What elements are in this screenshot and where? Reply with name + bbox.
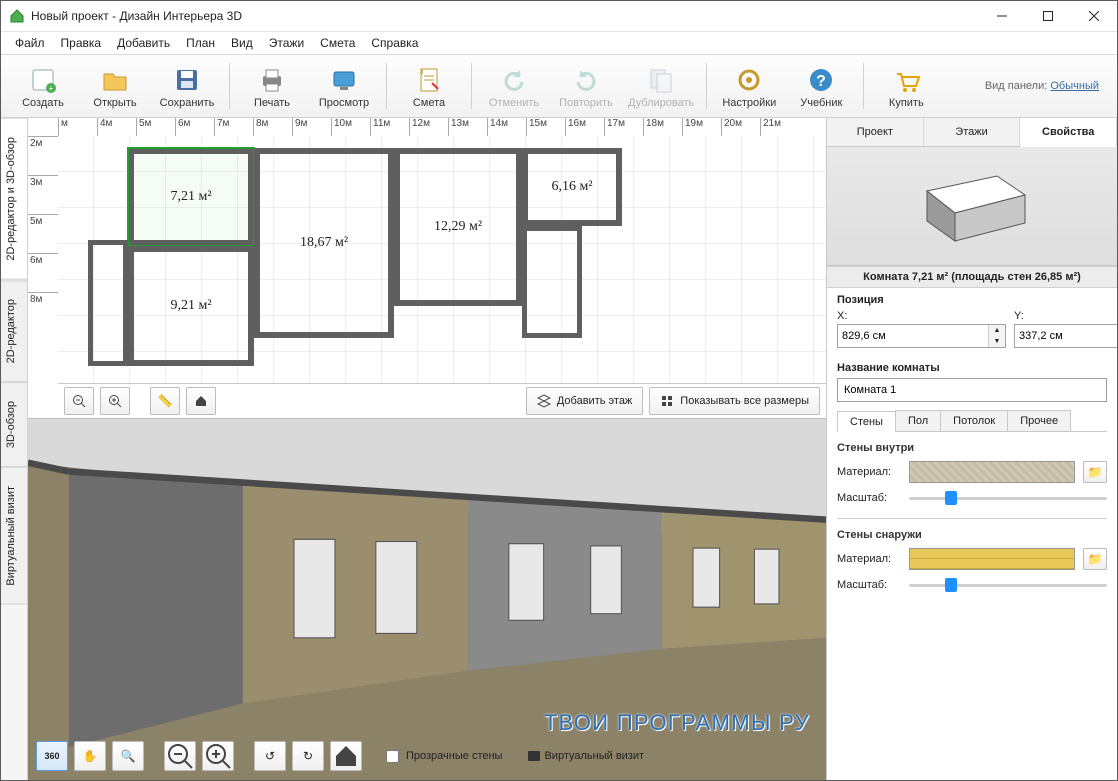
rotate-cw-button[interactable]: ↻	[292, 741, 324, 771]
walls-inside-title: Стены внутри	[837, 442, 1107, 454]
menu-Вид[interactable]: Вид	[223, 34, 261, 52]
undo-button: Отменить	[478, 61, 550, 111]
open-button[interactable]: Открыть	[79, 61, 151, 111]
menu-Файл[interactable]: Файл	[7, 34, 53, 52]
show-dims-button[interactable]: Показывать все размеры	[649, 387, 820, 415]
rotate-ccw-button[interactable]: ↺	[254, 741, 286, 771]
zoom-out-button[interactable]	[64, 387, 94, 415]
zoom-in-button[interactable]	[100, 387, 130, 415]
room[interactable]: 6,16 м²	[522, 148, 622, 226]
minimize-button[interactable]	[979, 1, 1025, 31]
menu-План[interactable]: План	[178, 34, 223, 52]
settings-button[interactable]: Настройки	[713, 61, 785, 111]
right-tab-Свойства[interactable]: Свойства	[1020, 118, 1117, 147]
menu-Смета[interactable]: Смета	[312, 34, 363, 52]
view-zoom-out-button[interactable]	[164, 741, 196, 771]
view-3d[interactable]: 360 ✋ 🔍 ↺ ↻ Прозрачные стены Виртуальный…	[28, 419, 826, 780]
ruler-vertical: 2м3м5м6м8м	[28, 136, 59, 384]
view-home-button[interactable]	[330, 741, 362, 771]
ruler-horizontal: м4м5м6м7м8м9м10м11м12м13м14м15м16м17м18м…	[58, 118, 826, 137]
zoom-button[interactable]: 🔍	[112, 741, 144, 771]
right-panel: ПроектЭтажиСвойства Комната 7,21 м² (пло…	[826, 118, 1117, 780]
subtab-Прочее[interactable]: Прочее	[1007, 410, 1071, 431]
room-preview-3d	[827, 147, 1117, 266]
right-tab-Этажи[interactable]: Этажи	[924, 118, 1021, 146]
room-selected[interactable]: 7,21 м²	[128, 148, 254, 246]
room[interactable]: 12,29 м²	[394, 148, 522, 306]
preview-button[interactable]: Просмотр	[308, 61, 380, 111]
ruler-button[interactable]: 📏	[150, 387, 180, 415]
menu-Этажи[interactable]: Этажи	[261, 34, 312, 52]
menu-Добавить[interactable]: Добавить	[109, 34, 178, 52]
room-header: Комната 7,21 м² (площадь стен 26,85 м²)	[827, 266, 1117, 288]
plan-area[interactable]: м4м5м6м7м8м9м10м11м12м13м14м15м16м17м18м…	[28, 118, 826, 419]
transparent-walls-checkbox[interactable]: Прозрачные стены	[382, 747, 502, 766]
watermark: ТВОИ ПРОГРАММЫ РУ	[544, 710, 810, 736]
left-tab[interactable]: 3D-обзор	[1, 382, 27, 467]
left-tabs: 2D-редактор и 3D-обзор2D-редактор3D-обзо…	[1, 118, 28, 780]
room-name-input[interactable]	[837, 378, 1107, 402]
orbit-360-button[interactable]: 360	[36, 741, 68, 771]
estimate-button[interactable]: Смета	[393, 61, 465, 111]
walls-outside-title: Стены снаружи	[837, 529, 1107, 541]
titlebar: Новый проект - Дизайн Интерьера 3D	[1, 1, 1117, 32]
help-button[interactable]: ?Учебник	[785, 61, 857, 111]
buy-button[interactable]: Купить	[870, 61, 942, 111]
y-input[interactable]: ▲▼	[1014, 324, 1117, 348]
app-icon	[9, 8, 25, 24]
main-toolbar: +СоздатьОткрытьСохранить ПечатьПросмотр См…	[1, 54, 1117, 118]
print-button[interactable]: Печать	[236, 61, 308, 111]
panel-mode-link[interactable]: Обычный	[1050, 80, 1099, 92]
section-position: Позиция	[827, 288, 1117, 308]
right-tab-Проект[interactable]: Проект	[827, 118, 924, 146]
svg-text:?: ?	[816, 73, 826, 90]
subtab-Пол[interactable]: Пол	[895, 410, 941, 431]
section-room-name: Название комнаты	[827, 356, 1117, 376]
view-zoom-in-button[interactable]	[202, 741, 234, 771]
material-inside-swatch[interactable]	[909, 461, 1075, 483]
room[interactable]	[522, 226, 582, 338]
scale-inside-slider[interactable]	[909, 489, 1107, 507]
save-button[interactable]: Сохранить	[151, 61, 223, 111]
view-toolbar: 360 ✋ 🔍 ↺ ↻ Прозрачные стены Виртуальный…	[36, 740, 644, 772]
create-button[interactable]: +Создать	[7, 61, 79, 111]
menu-bar: ФайлПравкаДобавитьПланВидЭтажиСметаСправ…	[1, 32, 1117, 54]
plan-canvas[interactable]: 7,21 м² 18,67 м² 12,29 м² 6,16 м² 9,21 м…	[58, 136, 826, 384]
add-floor-button[interactable]: Добавить этаж	[526, 387, 643, 415]
left-tab[interactable]: 2D-редактор	[1, 280, 27, 382]
plan-toolbar: 📏 Добавить этаж Показывать все размеры	[58, 383, 826, 418]
subtab-Стены[interactable]: Стены	[837, 411, 896, 432]
home-button[interactable]	[186, 387, 216, 415]
room[interactable]: 9,21 м²	[128, 246, 254, 366]
dup-button: Дублировать	[622, 61, 700, 111]
material-inside-browse[interactable]: 📁	[1083, 461, 1107, 483]
material-outside-browse[interactable]: 📁	[1083, 548, 1107, 570]
svg-text:+: +	[49, 84, 54, 93]
menu-Правка[interactable]: Правка	[53, 34, 110, 52]
pan-button[interactable]: ✋	[74, 741, 106, 771]
left-tab[interactable]: 2D-редактор и 3D-обзор	[1, 118, 27, 280]
panel-mode: Вид панели: Обычный	[985, 80, 1099, 92]
room[interactable]	[88, 240, 128, 366]
virtual-visit-checkbox[interactable]: Виртуальный визит	[528, 750, 644, 762]
material-outside-swatch[interactable]	[909, 548, 1075, 570]
close-button[interactable]	[1071, 1, 1117, 31]
subtab-Потолок[interactable]: Потолок	[940, 410, 1008, 431]
maximize-button[interactable]	[1025, 1, 1071, 31]
window-title: Новый проект - Дизайн Интерьера 3D	[31, 9, 979, 23]
menu-Справка[interactable]: Справка	[363, 34, 426, 52]
redo-button: Повторить	[550, 61, 622, 111]
x-input[interactable]: ▲▼	[837, 324, 1006, 348]
right-tabs: ПроектЭтажиСвойства	[827, 118, 1117, 147]
left-tab[interactable]: Виртуальный визит	[1, 467, 27, 605]
room[interactable]: 18,67 м²	[254, 148, 394, 338]
subtabs: СтеныПолПотолокПрочее	[837, 410, 1107, 432]
scale-outside-slider[interactable]	[909, 576, 1107, 594]
